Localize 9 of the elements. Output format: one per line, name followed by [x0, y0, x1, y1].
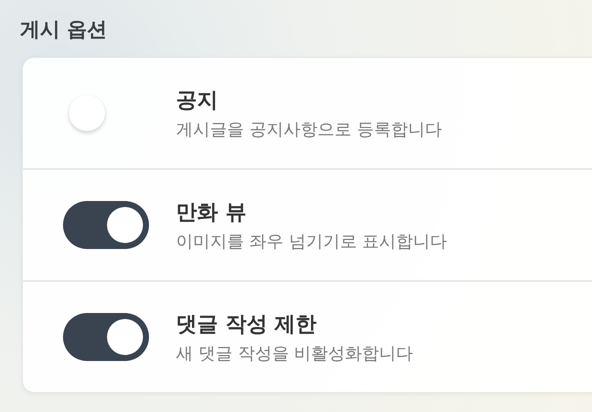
option-description: 이미지를 좌우 넘기기로 표시합니다	[176, 230, 448, 252]
option-description: 새 댓글 작성을 비활성화합니다	[176, 342, 414, 364]
toggle-switch[interactable]	[63, 201, 149, 249]
section-title: 게시 옵션	[20, 16, 108, 43]
toggle-switch[interactable]	[63, 313, 149, 361]
option-description: 게시글을 공지사항으로 등록합니다	[176, 118, 442, 140]
option-title: 공지	[176, 86, 219, 114]
option-title: 댓글 작성 제한	[176, 310, 318, 338]
option-title: 만화 뷰	[176, 198, 248, 226]
